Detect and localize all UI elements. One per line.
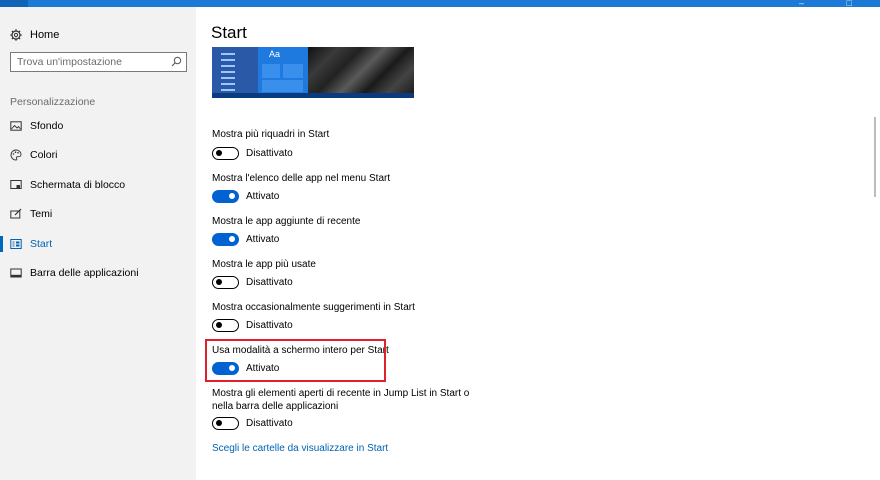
- sidebar-item-colori[interactable]: Colori: [0, 144, 196, 166]
- title-bar: – □: [0, 0, 880, 8]
- sidebar-item-label: Sfondo: [30, 120, 64, 132]
- sidebar-item-label: Temi: [30, 208, 53, 220]
- sidebar: Home Trova un'impostazione Personalizzaz…: [0, 7, 196, 480]
- sidebar-item-label: Schermata di blocco: [30, 179, 126, 191]
- search-box[interactable]: Trova un'impostazione: [10, 52, 187, 72]
- lock-screen-icon: [10, 180, 22, 189]
- sidebar-item-schermata-di-blocco[interactable]: Schermata di blocco: [0, 174, 196, 196]
- taskbar-icon: [10, 268, 22, 278]
- picture-icon: [10, 121, 22, 131]
- back-button[interactable]: [0, 0, 28, 7]
- search-placeholder: Trova un'impostazione: [17, 56, 122, 68]
- option-label: Mostra occasionalmente suggerimenti in S…: [212, 302, 415, 313]
- toggle-state: Disattivato: [246, 320, 293, 331]
- toggle-more-tiles[interactable]: [212, 147, 239, 160]
- palette-icon: [10, 149, 22, 161]
- preview-start-list: [212, 47, 258, 98]
- section-label: Personalizzazione: [10, 96, 96, 108]
- toggle-most-used[interactable]: [212, 276, 239, 289]
- option-label: Mostra l'elenco delle app nel menu Start: [212, 173, 391, 184]
- preview-taskbar: [212, 93, 414, 98]
- preview-wallpaper: [308, 47, 414, 98]
- toggle-jump-list[interactable]: [212, 417, 239, 430]
- toggle-app-list[interactable]: [212, 190, 239, 203]
- gear-icon: [10, 29, 22, 41]
- home-label: Home: [30, 29, 60, 41]
- main-content: Start Aa Mostra più riquadri in Start Di…: [196, 7, 880, 480]
- sidebar-item-temi[interactable]: Temi: [0, 203, 196, 225]
- toggle-state: Attivato: [246, 234, 280, 245]
- sidebar-item-label: Barra delle applicazioni: [30, 267, 139, 279]
- choose-folders-link[interactable]: Scegli le cartelle da visualizzare in St…: [212, 443, 388, 454]
- toggle-recently-added[interactable]: [212, 233, 239, 246]
- highlight-annotation-box: [205, 339, 386, 382]
- toggle-suggestions[interactable]: [212, 319, 239, 332]
- toggle-state: Attivato: [246, 191, 280, 202]
- sidebar-item-label: Colori: [30, 149, 58, 161]
- toggle-state: Disattivato: [246, 418, 293, 429]
- sidebar-item-start[interactable]: Start: [0, 233, 196, 255]
- option-label: Mostra le app aggiunte di recente: [212, 216, 361, 227]
- sidebar-item-sfondo[interactable]: Sfondo: [0, 115, 196, 137]
- scrollbar[interactable]: [874, 117, 876, 197]
- brush-icon: [10, 208, 22, 219]
- option-label: Mostra più riquadri in Start: [212, 129, 330, 140]
- page-title: Start: [211, 23, 247, 42]
- sidebar-item-barra-delle-applicazioni[interactable]: Barra delle applicazioni: [0, 262, 196, 284]
- sidebar-item-label: Start: [30, 238, 53, 250]
- start-menu-icon: [10, 239, 22, 249]
- toggle-state: Disattivato: [246, 148, 293, 159]
- start-preview-image: Aa: [212, 47, 414, 98]
- toggle-state: Disattivato: [246, 277, 293, 288]
- sidebar-home[interactable]: Home: [10, 27, 59, 43]
- preview-tile-label: Aa: [269, 49, 281, 59]
- option-label: Mostra gli elementi aperti di recente in…: [212, 388, 470, 412]
- option-label: Mostra le app più usate: [212, 259, 316, 270]
- search-icon[interactable]: [171, 56, 182, 67]
- preview-tiles: Aa: [258, 47, 308, 98]
